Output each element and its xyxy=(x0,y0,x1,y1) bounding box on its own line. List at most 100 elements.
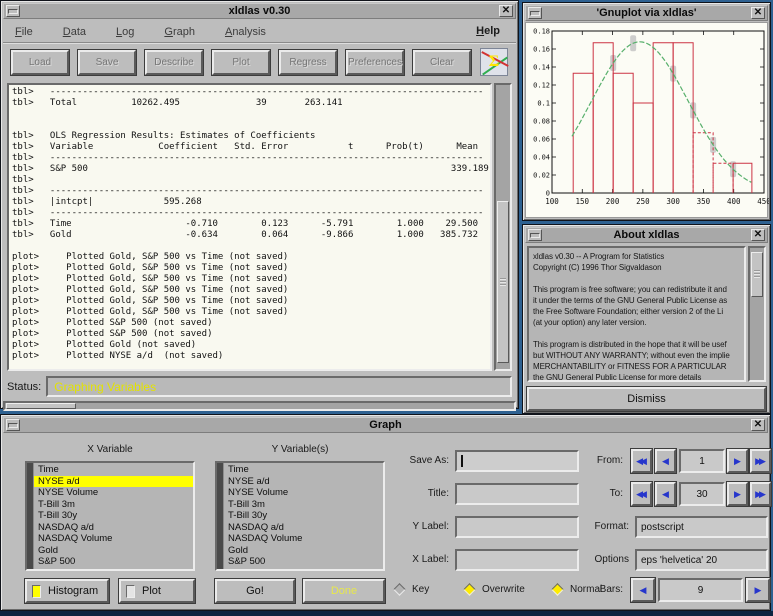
bars-decrement-button[interactable]: ◀ xyxy=(631,578,655,602)
format-input[interactable]: postscript xyxy=(635,516,768,538)
close-button[interactable]: ✕ xyxy=(751,229,765,241)
close-button[interactable]: ✕ xyxy=(751,419,765,431)
from-last-button[interactable]: ▶▶ xyxy=(750,449,771,473)
key-diamond-icon xyxy=(393,583,406,596)
menu-graph[interactable]: Graph xyxy=(164,26,195,38)
title-input[interactable] xyxy=(455,483,579,505)
about-vertical-scrollbar[interactable] xyxy=(748,246,766,382)
from-decrement-button[interactable]: ◀ xyxy=(655,449,676,473)
list-item-nasdaq-a-d[interactable]: NASDAQ a/d xyxy=(34,522,193,534)
overwrite-radio[interactable]: Overwrite xyxy=(465,584,525,595)
svg-text:450: 450 xyxy=(757,197,769,206)
to-decrement-button[interactable]: ◀ xyxy=(655,482,676,506)
preferences-button[interactable]: Preferences xyxy=(346,50,404,75)
from-first-button[interactable]: ◀◀ xyxy=(631,449,652,473)
list-item-t-bill-30y[interactable]: T-Bill 30y xyxy=(34,510,193,522)
menu-help[interactable]: Help xyxy=(476,25,500,37)
about-titlebar: About xldlas ✕ xyxy=(525,227,768,243)
plot-toggle-button[interactable]: Plot xyxy=(119,579,195,603)
title-label: Title: xyxy=(389,488,449,499)
save-as-input[interactable] xyxy=(455,450,579,472)
list-item-nasdaq-volume[interactable]: NASDAQ Volume xyxy=(34,533,193,545)
status-label: Status: xyxy=(7,381,41,393)
list-item-nyse-volume[interactable]: NYSE Volume xyxy=(34,487,193,499)
list-item-t-bill-3m[interactable]: T-Bill 3m xyxy=(34,499,193,511)
menu-log[interactable]: Log xyxy=(116,26,134,38)
done-button[interactable]: Done xyxy=(303,579,385,603)
x-label-input[interactable] xyxy=(455,549,579,571)
menu-bar-items: File Data Log Graph Analysis xyxy=(15,22,296,40)
to-increment-button[interactable]: ▶ xyxy=(727,482,748,506)
list-scrollbar-trough[interactable] xyxy=(27,463,34,569)
svg-text:200: 200 xyxy=(606,197,620,206)
about-scrollbar-thumb[interactable] xyxy=(751,252,763,297)
status-field: Graphing Variables xyxy=(46,376,512,397)
y-label-input[interactable] xyxy=(455,516,579,538)
list-item-gold[interactable]: Gold xyxy=(34,545,193,557)
to-last-button[interactable]: ▶▶ xyxy=(750,482,771,506)
y-variable-list[interactable]: TimeNYSE a/dNYSE VolumeT-Bill 3mT-Bill 3… xyxy=(215,461,385,571)
svg-text:0.04: 0.04 xyxy=(533,154,550,162)
list-item-nasdaq-a-d[interactable]: NASDAQ a/d xyxy=(224,522,383,534)
menu-data[interactable]: Data xyxy=(63,26,86,38)
plot-label: Plot xyxy=(142,585,161,597)
list-item-s-p-500[interactable]: S&P 500 xyxy=(34,556,193,568)
svg-text:0.1: 0.1 xyxy=(537,100,550,108)
go-label: Go! xyxy=(246,585,264,597)
x-variable-list[interactable]: TimeNYSE a/dNYSE VolumeT-Bill 3mT-Bill 3… xyxy=(25,461,195,571)
close-button[interactable]: ✕ xyxy=(499,5,513,17)
format-label: Format: xyxy=(569,521,629,532)
y-label-label: Y Label: xyxy=(389,521,449,532)
right-arrow-icon: ▶ xyxy=(755,585,762,596)
to-first-button[interactable]: ◀◀ xyxy=(631,482,652,506)
from-increment-button[interactable]: ▶ xyxy=(727,449,748,473)
list-item-time[interactable]: Time xyxy=(224,464,383,476)
list-item-nyse-a-d[interactable]: NYSE a/d xyxy=(34,476,193,488)
menu-analysis[interactable]: Analysis xyxy=(225,26,266,38)
key-radio[interactable]: Key xyxy=(395,584,429,595)
list-item-t-bill-3m[interactable]: T-Bill 3m xyxy=(224,499,383,511)
sigma-logo: Σ xyxy=(480,48,508,76)
close-button[interactable]: ✕ xyxy=(751,7,765,19)
window-menu-icon[interactable] xyxy=(6,5,20,17)
list-item-gold[interactable]: Gold xyxy=(224,545,383,557)
menu-file[interactable]: File xyxy=(15,26,33,38)
list-scrollbar-trough[interactable] xyxy=(217,463,224,569)
go-button[interactable]: Go! xyxy=(215,579,295,603)
histogram-toggle-button[interactable]: Histogram xyxy=(25,579,109,603)
log-hscrollbar-thumb[interactable] xyxy=(6,403,76,409)
window-menu-icon[interactable] xyxy=(6,419,20,431)
clear-button[interactable]: Clear xyxy=(413,50,471,75)
histogram-label: Histogram xyxy=(48,585,98,597)
overwrite-label: Overwrite xyxy=(482,584,525,595)
window-menu-icon[interactable] xyxy=(528,229,542,241)
key-label: Key xyxy=(412,584,429,595)
window-menu-icon[interactable] xyxy=(528,7,542,19)
overwrite-diamond-icon xyxy=(463,583,476,596)
plot-button[interactable]: Plot xyxy=(212,50,270,75)
list-item-s-p-500[interactable]: S&P 500 xyxy=(224,556,383,568)
load-button[interactable]: Load xyxy=(11,50,69,75)
log-scrollbar-thumb[interactable] xyxy=(497,201,509,363)
options-input[interactable]: eps 'helvetica' 20 xyxy=(635,549,768,571)
dismiss-button[interactable]: Dismiss xyxy=(527,387,766,411)
save-button[interactable]: Save xyxy=(78,50,136,75)
list-item-nyse-a-d[interactable]: NYSE a/d xyxy=(224,476,383,488)
double-right-arrow-icon: ▶▶ xyxy=(755,456,763,467)
list-item-nyse-volume[interactable]: NYSE Volume xyxy=(224,487,383,499)
svg-text:150: 150 xyxy=(576,197,590,206)
svg-text:0.16: 0.16 xyxy=(533,46,550,54)
main-window-title: xldlas v0.30 xyxy=(22,5,497,17)
describe-button[interactable]: Describe xyxy=(145,50,203,75)
list-item-nasdaq-volume[interactable]: NASDAQ Volume xyxy=(224,533,383,545)
regress-button[interactable]: Regress xyxy=(279,50,337,75)
gnuplot-window: 'Gnuplot via xldlas' ✕ 00.020.040.060.08… xyxy=(522,2,771,221)
dismiss-label: Dismiss xyxy=(627,393,666,405)
list-item-t-bill-30y[interactable]: T-Bill 30y xyxy=(224,510,383,522)
bars-increment-button[interactable]: ▶ xyxy=(746,578,770,602)
log-vertical-scrollbar[interactable] xyxy=(494,83,512,371)
log-horizontal-scrollbar[interactable] xyxy=(3,401,516,411)
list-item-time[interactable]: Time xyxy=(34,464,193,476)
svg-text:0.02: 0.02 xyxy=(533,172,550,180)
to-label: To: xyxy=(563,488,623,499)
